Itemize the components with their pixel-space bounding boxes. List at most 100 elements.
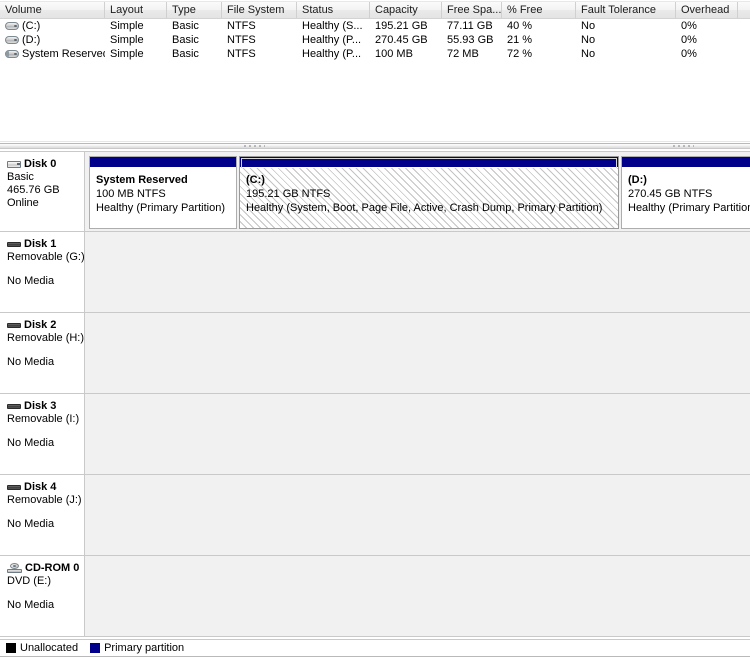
legend-item: Unallocated <box>6 642 78 654</box>
legend-label: Primary partition <box>104 642 185 654</box>
column-header-label: Volume <box>5 4 42 16</box>
cell-overhead: 0% <box>676 34 738 46</box>
partition-capacity-bar <box>622 157 750 168</box>
cell-overhead: 0% <box>676 20 738 32</box>
cell-text: 100 MB <box>375 48 413 60</box>
partition-capacity-bar <box>240 157 618 168</box>
cell-capacity: 100 MB <box>370 48 442 60</box>
disk-info-disk-4[interactable]: Disk 4 Removable (J:) No Media <box>0 475 85 555</box>
cell-text: 0% <box>681 20 697 32</box>
volume-list-header: Volume Layout Type File System Status Capacit… <box>0 1 750 19</box>
disk-status: No Media <box>7 599 55 611</box>
disk-title: Disk 1 <box>7 238 84 250</box>
partition-status: Healthy (Primary Partition) <box>96 202 225 214</box>
cell-text: Healthy (P... <box>302 34 362 46</box>
legend-item: Primary partition <box>90 642 184 654</box>
cell-text: No <box>581 34 596 46</box>
column-header-label: Overhead <box>681 4 730 16</box>
cell-file_system: NTFS <box>222 20 297 32</box>
partition-status: Healthy (System, Boot, Page File, Active… <box>246 202 603 214</box>
column-header-spacer[interactable] <box>738 2 750 18</box>
legend-bar: Unallocated Primary partition <box>0 639 750 657</box>
cell-text: System Reserved <box>22 48 105 60</box>
disk-title: Disk 4 <box>7 481 84 493</box>
cell-layout: Simple <box>105 20 167 32</box>
cell-text: NTFS <box>227 48 256 60</box>
disk-partitions-area <box>85 313 750 393</box>
cell-text: NTFS <box>227 20 256 32</box>
drive-led <box>14 39 17 41</box>
column-header-fault-tolerance[interactable]: Fault Tolerance <box>576 2 676 18</box>
column-header-type[interactable]: Type <box>167 2 222 18</box>
table-row[interactable]: (C:) Simple Basic NTFS Healthy (S... 195.21 G… <box>0 19 750 33</box>
disk-title: CD-ROM 0 <box>7 562 84 574</box>
partition-block[interactable]: (C:) 195.21 GB NTFS Healthy (System, Boot,… <box>239 156 619 229</box>
disk-row: CD-ROM 0 DVD (E:) No Media <box>0 556 750 637</box>
column-header--free[interactable]: % Free <box>502 2 576 18</box>
cell-volume: (C:) <box>0 20 105 32</box>
volume-list-body: (C:) Simple Basic NTFS Healthy (S... 195.21 G… <box>0 19 750 61</box>
splitter-grip-right[interactable] <box>672 144 694 148</box>
disk-info-cd-rom-0[interactable]: CD-ROM 0 DVD (E:) No Media <box>0 556 85 636</box>
disk-status: Online <box>7 197 39 209</box>
partition-title: System Reserved <box>96 174 188 186</box>
cell-text: 270.45 GB <box>375 34 428 46</box>
column-header-overhead[interactable]: Overhead <box>676 2 738 18</box>
cell-status: Healthy (S... <box>297 20 370 32</box>
column-header-label: Fault Tolerance <box>581 4 657 16</box>
table-row[interactable]: (D:) Simple Basic NTFS Healthy (P... 270.45 G… <box>0 33 750 47</box>
cell-file_system: NTFS <box>222 48 297 60</box>
column-header-label: Type <box>172 4 196 16</box>
removable-disk-icon <box>7 320 22 331</box>
column-header-label: Free Spa... <box>447 4 502 16</box>
disk-status: No Media <box>7 518 55 530</box>
column-header-label: Layout <box>110 4 144 16</box>
column-header-volume[interactable]: Volume <box>0 2 105 18</box>
cell-text: 72 % <box>507 48 533 60</box>
cell-text: No <box>581 48 596 60</box>
column-header-layout[interactable]: Layout <box>105 2 167 18</box>
cell-text: Simple <box>110 34 144 46</box>
cell-text: Simple <box>110 48 144 60</box>
column-header-capacity[interactable]: Capacity <box>370 2 442 18</box>
partition-block[interactable]: (D:) 270.45 GB NTFS Healthy (Primary Parti… <box>621 156 750 229</box>
legend-swatch-primary <box>90 643 101 653</box>
disk-partitions-area <box>85 394 750 474</box>
cell-text: Basic <box>172 20 199 32</box>
cell-type: Basic <box>167 48 222 60</box>
partition-body: System Reserved 100 MB NTFS Healthy (Prima… <box>90 168 236 228</box>
disk-info-disk-0[interactable]: Disk 0 Basic 465.76 GB Online <box>0 152 85 231</box>
column-header-status[interactable]: Status <box>297 2 370 18</box>
cell-free_space: 72 MB <box>442 48 502 60</box>
drive-led <box>14 53 17 55</box>
cell-text: 55.93 GB <box>447 34 494 46</box>
splitter-bar[interactable] <box>0 143 750 149</box>
table-row[interactable]: System Reserved Simple Basic NTFS Healthy (P… <box>0 47 750 61</box>
disk-row: Disk 0 Basic 465.76 GB Online System Reserve… <box>0 151 750 232</box>
disk-partitions-area <box>85 475 750 555</box>
disk-info-disk-1[interactable]: Disk 1 Removable (G:) No Media <box>0 232 85 312</box>
partition-title: (C:) <box>246 174 265 186</box>
cell-capacity: 270.45 GB <box>370 34 442 46</box>
partition-block[interactable]: System Reserved 100 MB NTFS Healthy (Prima… <box>89 156 237 229</box>
pane-splitter[interactable] <box>0 139 750 150</box>
column-header-file-system[interactable]: File System <box>222 2 297 18</box>
cell-percent_free: 40 % <box>502 20 576 32</box>
removable-disk-icon <box>7 482 22 493</box>
removable-disk-icon <box>7 401 22 412</box>
cell-text: Healthy (S... <box>302 20 363 32</box>
column-header-free-spa[interactable]: Free Spa... <box>442 2 502 18</box>
partition-status: Healthy (Primary Partition) <box>628 202 750 214</box>
splitter-grip-left[interactable] <box>243 144 265 148</box>
cd-hub <box>13 564 16 567</box>
cell-free_space: 77.11 GB <box>442 20 502 32</box>
disk-status: No Media <box>7 356 55 368</box>
disk-title: Disk 0 <box>7 158 84 170</box>
partition-size-fs: 270.45 GB NTFS <box>628 188 713 200</box>
cell-percent_free: 72 % <box>502 48 576 60</box>
disk-info-disk-3[interactable]: Disk 3 Removable (I:) No Media <box>0 394 85 474</box>
disk-info-disk-2[interactable]: Disk 2 Removable (H:) No Media <box>0 313 85 393</box>
cd-tray <box>7 568 22 573</box>
legend-swatch-unalloc <box>6 643 16 653</box>
cell-text: Healthy (P... <box>302 48 362 60</box>
